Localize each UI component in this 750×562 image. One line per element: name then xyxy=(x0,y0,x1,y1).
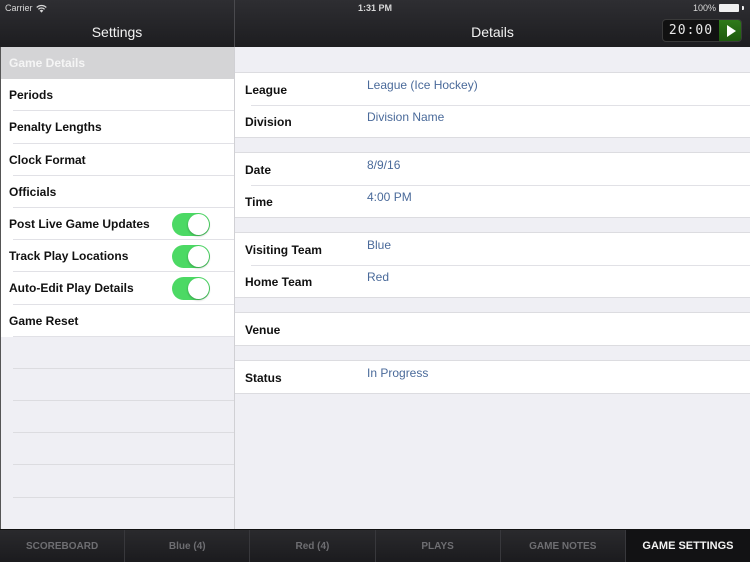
sidebar-item-post-live-game-updates: Post Live Game Updates xyxy=(1,207,234,241)
empty-row xyxy=(1,433,234,466)
bottom-tab-bar: SCOREBOARD Blue (4) Red (4) PLAYS GAME N… xyxy=(0,529,750,562)
detail-label: Time xyxy=(245,195,273,209)
detail-value: Red xyxy=(367,270,390,284)
detail-row-league[interactable]: League League (Ice Hockey) xyxy=(235,73,750,105)
status-bar: Carrier 1:31 PM 100% xyxy=(0,0,750,16)
detail-label: Date xyxy=(245,163,272,177)
detail-value: 4:00 PM xyxy=(367,190,412,204)
sidebar-item-periods[interactable]: Periods xyxy=(1,79,234,112)
top-bar: Carrier 1:31 PM 100% Settings Details 20… xyxy=(0,0,750,47)
detail-label: Division xyxy=(245,115,292,129)
datetime-group: Date 8/9/16 Time 4:00 PM xyxy=(235,152,750,218)
sidebar-item-officials[interactable]: Officials xyxy=(1,175,234,209)
tab-scoreboard[interactable]: SCOREBOARD xyxy=(0,530,126,562)
post-live-updates-toggle[interactable] xyxy=(172,212,210,236)
detail-value: Blue xyxy=(367,238,392,252)
clock-time: 20:00 xyxy=(668,23,714,38)
tab-game-notes[interactable]: GAME NOTES xyxy=(501,530,626,562)
detail-row-visiting-team[interactable]: Visiting Team Blue xyxy=(235,233,750,265)
toggle-knob xyxy=(188,246,209,268)
status-group: Status In Progress xyxy=(235,360,750,394)
sidebar-item-label: Game Reset xyxy=(9,313,79,328)
tab-blue-team[interactable]: Blue (4) xyxy=(125,530,251,562)
detail-row-home-team[interactable]: Home Team Red xyxy=(235,265,750,297)
battery-indicator: 100% xyxy=(693,3,744,13)
detail-value: In Progress xyxy=(367,366,429,380)
settings-sidebar: Game Details Periods Penalty Lengths Clo… xyxy=(0,47,234,529)
play-button[interactable] xyxy=(719,20,741,41)
detail-label: Visiting Team xyxy=(245,243,322,257)
sidebar-item-label: Clock Format xyxy=(9,152,86,167)
app-root: Carrier 1:31 PM 100% Settings Details 20… xyxy=(0,0,750,562)
battery-tip xyxy=(742,6,744,10)
detail-row-venue[interactable]: Venue xyxy=(235,313,750,345)
auto-edit-play-details-toggle[interactable] xyxy=(172,277,210,301)
empty-row xyxy=(1,369,234,402)
sidebar-item-label: Penalty Lengths xyxy=(9,120,102,135)
game-clock[interactable]: 20:00 xyxy=(662,19,742,42)
league-group: League League (Ice Hockey) Division Divi… xyxy=(235,72,750,138)
detail-label: Status xyxy=(245,371,282,385)
detail-row-date[interactable]: Date 8/9/16 xyxy=(235,153,750,185)
sidebar-item-auto-edit-play-details: Auto-Edit Play Details xyxy=(1,272,234,305)
play-icon xyxy=(726,24,736,37)
teams-group: Visiting Team Blue Home Team Red xyxy=(235,232,750,298)
sidebar-item-label: Game Details xyxy=(9,56,86,71)
detail-row-division[interactable]: Division Division Name xyxy=(235,105,750,137)
toggle-knob xyxy=(188,278,209,300)
sidebar-item-label: Officials xyxy=(9,184,57,199)
tab-red-team[interactable]: Red (4) xyxy=(250,530,376,562)
detail-row-status[interactable]: Status In Progress xyxy=(235,361,750,393)
venue-group: Venue xyxy=(235,312,750,346)
detail-label: League xyxy=(245,83,288,97)
sidebar-item-label: Track Play Locations xyxy=(9,249,129,264)
status-time: 1:31 PM xyxy=(357,3,392,13)
tab-plays[interactable]: PLAYS xyxy=(376,530,501,562)
sidebar-item-label: Post Live Game Updates xyxy=(9,217,150,232)
sidebar-item-label: Periods xyxy=(9,88,54,103)
detail-value: 8/9/16 xyxy=(367,158,401,172)
empty-row xyxy=(1,401,234,434)
toggle-knob xyxy=(188,213,209,235)
sidebar-item-label: Auto-Edit Play Details xyxy=(9,281,134,296)
empty-row xyxy=(1,465,234,498)
detail-label: Venue xyxy=(245,323,281,337)
settings-title: Settings xyxy=(91,23,143,40)
battery-percent: 100% xyxy=(692,3,716,13)
battery-icon xyxy=(719,4,739,12)
sidebar-item-clock-format[interactable]: Clock Format xyxy=(1,143,234,176)
detail-row-time[interactable]: Time 4:00 PM xyxy=(235,185,750,217)
sidebar-item-track-play-locations: Track Play Locations xyxy=(1,240,234,273)
detail-value: League (Ice Hockey) xyxy=(367,78,478,92)
sidebar-item-penalty-lengths[interactable]: Penalty Lengths xyxy=(1,111,234,144)
details-panel: League League (Ice Hockey) Division Divi… xyxy=(235,47,750,529)
sidebar-item-game-details[interactable]: Game Details xyxy=(1,47,234,80)
empty-row xyxy=(1,337,234,370)
track-play-locations-toggle[interactable] xyxy=(172,245,210,269)
tab-game-settings[interactable]: GAME SETTINGS xyxy=(625,530,750,562)
detail-label: Home Team xyxy=(245,275,313,289)
sidebar-item-game-reset[interactable]: Game Reset xyxy=(1,304,234,337)
detail-value: Division Name xyxy=(367,110,445,124)
